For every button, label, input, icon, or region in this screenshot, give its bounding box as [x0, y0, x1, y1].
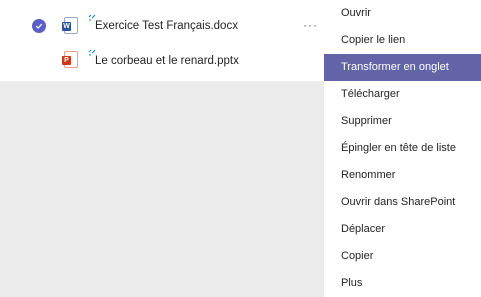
check-circle-icon[interactable] [32, 19, 46, 33]
menu-item-renommer[interactable]: Renommer [324, 162, 481, 189]
file-row-corbeau[interactable]: P Le corbeau et le renard.pptx [0, 43, 330, 77]
powerpoint-file-icon: P [62, 51, 78, 68]
file-row-exercice[interactable]: W Exercice Test Français.docx ··· [0, 9, 330, 43]
context-menu: Ouvrir Copier le lien Transformer en ong… [324, 0, 481, 297]
menu-item-transformer-en-onglet[interactable]: Transformer en onglet [324, 54, 481, 81]
file-name[interactable]: Exercice Test Français.docx [95, 20, 238, 32]
word-file-icon: W [62, 17, 78, 34]
menu-item-copier-le-lien[interactable]: Copier le lien [324, 27, 481, 54]
word-file-letter: W [62, 22, 71, 31]
more-options-icon[interactable]: ··· [303, 18, 318, 32]
menu-item-deplacer[interactable]: Déplacer [324, 216, 481, 243]
menu-item-epingler[interactable]: Épingler en tête de liste [324, 135, 481, 162]
menu-item-plus[interactable]: Plus [324, 270, 481, 297]
menu-item-telecharger[interactable]: Télécharger [324, 81, 481, 108]
powerpoint-file-letter: P [62, 56, 71, 65]
menu-item-copier[interactable]: Copier [324, 243, 481, 270]
file-name[interactable]: Le corbeau et le renard.pptx [95, 55, 239, 67]
menu-item-supprimer[interactable]: Supprimer [324, 108, 481, 135]
menu-item-ouvrir[interactable]: Ouvrir [324, 0, 481, 27]
menu-item-ouvrir-sharepoint[interactable]: Ouvrir dans SharePoint [324, 189, 481, 216]
